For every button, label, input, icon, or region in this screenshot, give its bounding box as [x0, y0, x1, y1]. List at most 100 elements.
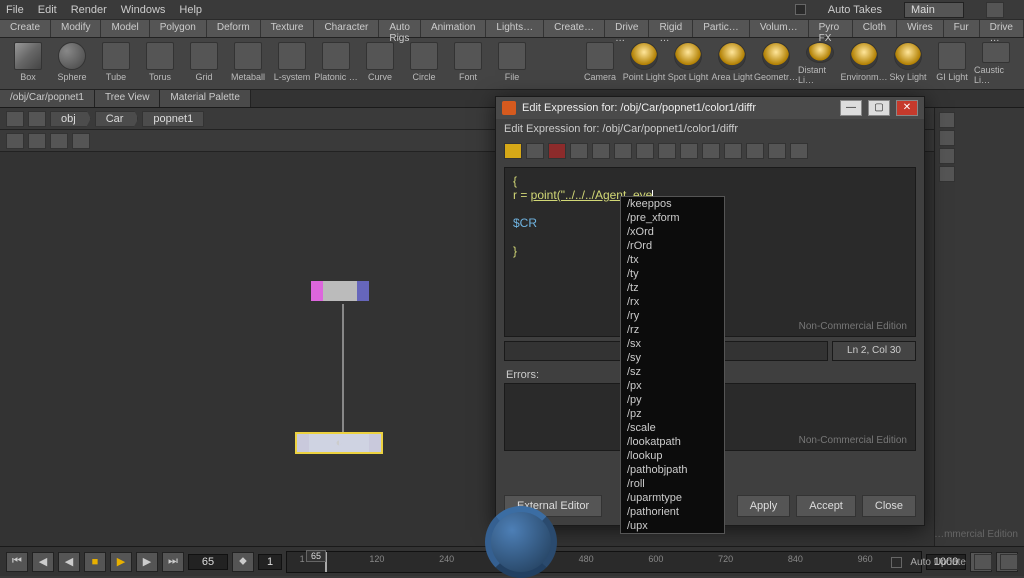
autocomplete-item[interactable]: /sz [621, 365, 724, 379]
auto-update-checkbox[interactable] [891, 557, 902, 568]
status-icon[interactable] [1000, 554, 1018, 570]
stop-button[interactable]: ■ [84, 552, 106, 572]
autocomplete-item[interactable]: /pre_xform [621, 211, 724, 225]
shelf-tool-metaball[interactable]: Metaball [226, 42, 270, 85]
view-icon-2[interactable] [28, 133, 46, 149]
autocomplete-item[interactable]: /tx [621, 253, 724, 267]
tool-icon[interactable] [636, 143, 654, 159]
shelf-tab[interactable]: Pyro FX [809, 20, 853, 37]
shelf-tab[interactable]: Auto Rigs [379, 20, 421, 37]
node-flag-right[interactable] [357, 281, 369, 301]
autocomplete-item[interactable]: /sx [621, 337, 724, 351]
tool-icon[interactable] [746, 143, 764, 159]
view-icon-3[interactable] [50, 133, 68, 149]
autocomplete-item[interactable]: /ry [621, 309, 724, 323]
redo-icon[interactable] [526, 143, 544, 159]
shelf-tool-torus[interactable]: Torus [138, 42, 182, 85]
autocomplete-item[interactable]: /pz [621, 407, 724, 421]
panel-tab[interactable]: /obj/Car/popnet1 [0, 90, 95, 107]
timeline-slider[interactable]: 65 1120240360480600720840960 [286, 551, 922, 573]
node-flag-right[interactable] [369, 434, 381, 452]
autocomplete-item[interactable]: /roll [621, 477, 724, 491]
cut-icon[interactable] [548, 143, 566, 159]
shelf-tool-arealight[interactable]: Area Light [710, 42, 754, 85]
minimize-button[interactable]: — [840, 100, 862, 116]
shelf-tab[interactable]: Create… [544, 20, 605, 37]
find-icon[interactable] [614, 143, 632, 159]
first-frame-button[interactable]: ⏮ [6, 552, 28, 572]
shelf-tab[interactable]: Modify [51, 20, 101, 37]
shelf-tool-pointlight[interactable]: Point Light [622, 42, 666, 85]
shelf-tool-sphere[interactable]: Sphere [50, 42, 94, 85]
node-upstream[interactable] [310, 280, 370, 302]
shelf-tab[interactable]: Texture [261, 20, 315, 37]
shelf-tool-environm[interactable]: Environm… [842, 42, 886, 85]
path-root[interactable]: obj [50, 111, 91, 127]
shelf-tab[interactable]: Create [0, 20, 51, 37]
view-icon-1[interactable] [6, 133, 24, 149]
node-color1[interactable]: ◐ [295, 432, 383, 454]
status-icon[interactable] [974, 554, 992, 570]
node-flag-left[interactable] [311, 281, 323, 301]
right-tool-icon[interactable] [939, 112, 955, 128]
shelf-tab[interactable]: Rigid … [649, 20, 693, 37]
shelf-tool-circle[interactable]: Circle [402, 42, 446, 85]
shelf-tab[interactable]: Cloth [853, 20, 897, 37]
current-frame-input[interactable]: 65 [188, 554, 228, 570]
autocomplete-item[interactable]: /tz [621, 281, 724, 295]
copy-icon[interactable] [570, 143, 588, 159]
autocomplete-item[interactable]: /rOrd [621, 239, 724, 253]
autocomplete-popup[interactable]: /keeppos/pre_xform/xOrd/rOrd/tx/ty/tz/rx… [620, 196, 725, 534]
autocomplete-item[interactable]: /pathobjpath [621, 463, 724, 477]
autocomplete-item[interactable]: /pathorient [621, 505, 724, 519]
autocomplete-item[interactable]: /uparmtype [621, 491, 724, 505]
path-seg-popnet[interactable]: popnet1 [142, 111, 204, 127]
auto-takes-checkbox[interactable] [795, 4, 806, 15]
autocomplete-item[interactable]: /lookatpath [621, 435, 724, 449]
autocomplete-item[interactable]: /upx [621, 519, 724, 533]
tool-icon[interactable] [702, 143, 720, 159]
maximize-button[interactable]: ▢ [868, 100, 890, 116]
shelf-tool-grid[interactable]: Grid [182, 42, 226, 85]
shelf-tool-gilight[interactable]: GI Light [930, 42, 974, 85]
tool-icon[interactable] [724, 143, 742, 159]
shelf-tab[interactable]: Deform [207, 20, 261, 37]
autocomplete-item[interactable]: /rz [621, 323, 724, 337]
prev-frame-button[interactable]: ◀ [32, 552, 54, 572]
shelf-tab[interactable]: Lights… [486, 20, 544, 37]
right-tool-icon[interactable] [939, 130, 955, 146]
autocomplete-item[interactable]: /px [621, 379, 724, 393]
play-reverse-button[interactable]: ◀ [58, 552, 80, 572]
shelf-tab[interactable]: Drive … [605, 20, 649, 37]
shelf-tab[interactable]: Polygon [150, 20, 207, 37]
shelf-tool-geometr[interactable]: Geometr… [754, 42, 798, 85]
panel-tab[interactable]: Tree View [95, 90, 160, 107]
menu-render[interactable]: Render [71, 4, 107, 16]
accept-button[interactable]: Accept [796, 495, 856, 517]
shelf-tab[interactable]: Fur [944, 20, 980, 37]
autocomplete-item[interactable]: /py [621, 393, 724, 407]
node-flag-left[interactable] [297, 434, 309, 452]
shelf-tab[interactable]: Animation [421, 20, 486, 37]
autocomplete-item[interactable]: /scale [621, 421, 724, 435]
shelf-tab[interactable]: Model [101, 20, 149, 37]
shelf-tool-lsystem[interactable]: L-system [270, 42, 314, 85]
panel-tab[interactable]: Material Palette [160, 90, 250, 107]
shelf-tool-file[interactable]: File [490, 42, 534, 85]
autocomplete-item[interactable]: /lookup [621, 449, 724, 463]
shelf-tool-camera[interactable]: Camera [578, 42, 622, 85]
shelf-tool-font[interactable]: Font [446, 42, 490, 85]
tool-icon[interactable] [680, 143, 698, 159]
take-add-icon[interactable] [986, 2, 1004, 18]
menu-edit[interactable]: Edit [38, 4, 57, 16]
right-tool-icon[interactable] [939, 166, 955, 182]
right-tool-icon[interactable] [939, 148, 955, 164]
view-icon-4[interactable] [72, 133, 90, 149]
undo-icon[interactable] [504, 143, 522, 159]
start-frame-input[interactable]: 1 [258, 554, 282, 570]
menu-help[interactable]: Help [179, 4, 202, 16]
nav-fwd-icon[interactable] [28, 111, 46, 127]
tool-icon[interactable] [658, 143, 676, 159]
take-dropdown[interactable]: Main [904, 2, 964, 18]
autocomplete-item[interactable]: /xOrd [621, 225, 724, 239]
